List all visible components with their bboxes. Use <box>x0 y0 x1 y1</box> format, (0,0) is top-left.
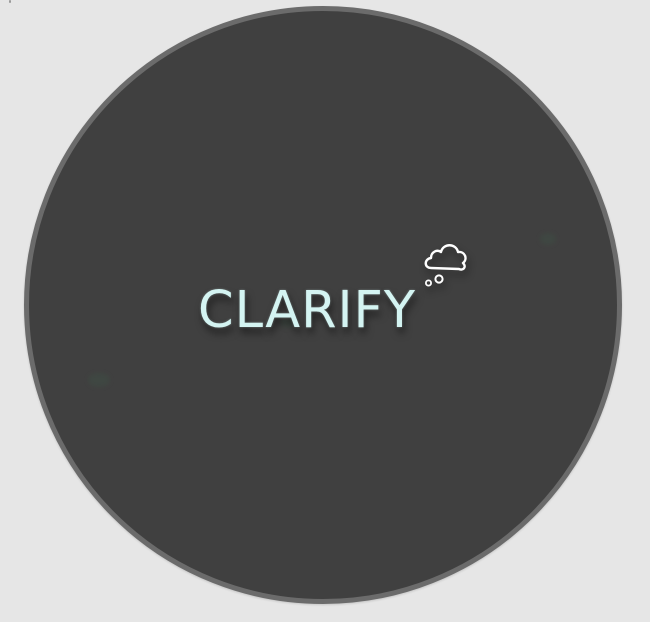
brand-logo: CLARIFY <box>198 280 416 340</box>
brand-name: CLARIFY <box>198 280 417 340</box>
corner-speck <box>9 0 11 3</box>
splash-screen: CLARIFY <box>0 0 650 622</box>
disc-smudge <box>540 233 556 245</box>
disc-smudge <box>88 373 110 387</box>
thought-cloud-icon <box>424 244 467 287</box>
